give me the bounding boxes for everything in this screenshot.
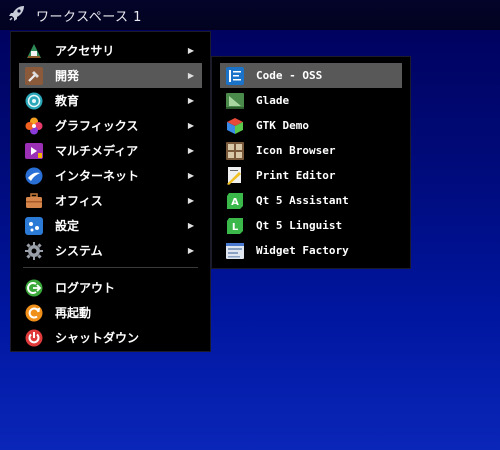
submenu-arrow-icon: ▶ [187, 196, 194, 205]
office-icon [25, 192, 43, 210]
submenu-arrow-icon: ▶ [187, 46, 194, 55]
menu-separator [23, 267, 198, 268]
submenu-item-label: Glade [256, 94, 290, 107]
submenu-item-glade[interactable]: Glade [220, 88, 402, 113]
submenu-arrow-icon: ▶ [187, 96, 194, 105]
menu-item-multimedia[interactable]: マルチメディア ▶ [19, 138, 202, 163]
submenu-arrow-icon: ▶ [187, 146, 194, 155]
menu-item-office[interactable]: オフィス ▶ [19, 188, 202, 213]
rocket-icon [7, 3, 27, 27]
menu-item-label: 開発 [55, 69, 80, 83]
submenu-item-icon-browser[interactable]: Icon Browser [220, 138, 402, 163]
menu-item-label: インターネット [55, 169, 140, 183]
menu-item-settings[interactable]: 設定 ▶ [19, 213, 202, 238]
menu-item-accessories[interactable]: アクセサリ ▶ [19, 38, 202, 63]
logout-icon [25, 279, 43, 297]
settings-icon [25, 216, 43, 235]
menu-item-internet[interactable]: インターネット ▶ [19, 163, 202, 188]
print-editor-icon [226, 166, 244, 185]
menu-item-label: 設定 [55, 219, 80, 233]
submenu-item-label: Qt 5 Assistant [256, 194, 349, 207]
menu-item-label: マルチメディア [55, 144, 139, 158]
menu-item-label: シャットダウン [55, 331, 140, 345]
menu-item-label: アクセサリ [55, 44, 115, 58]
submenu-item-code-oss[interactable]: Code - OSS [220, 63, 402, 88]
glade-icon [226, 92, 244, 110]
submenu-item-widget-factory[interactable]: Widget Factory [220, 238, 402, 263]
qt-assistant-icon: A [226, 192, 244, 210]
widget-factory-icon [226, 242, 244, 260]
submenu-arrow-icon: ▶ [187, 121, 194, 130]
submenu-item-label: GTK Demo [256, 119, 309, 132]
system-icon [25, 241, 43, 260]
menu-item-label: グラフィックス [55, 119, 139, 133]
accessories-icon [25, 42, 43, 60]
code-oss-icon [226, 66, 244, 85]
gtk-demo-icon [226, 117, 244, 135]
development-submenu: Code - OSS Glade GTK Demo Icon Browser P… [211, 56, 411, 269]
submenu-item-label: Print Editor [256, 169, 336, 182]
qt-linguist-icon: L [226, 217, 244, 235]
submenu-item-label: Icon Browser [256, 144, 336, 157]
internet-icon [25, 167, 43, 185]
submenu-item-label: Widget Factory [256, 244, 349, 257]
submenu-arrow-icon: ▶ [187, 246, 194, 255]
menu-item-label: システム [55, 244, 103, 258]
menu-item-reboot[interactable]: 再起動 [19, 300, 202, 325]
workspace-label[interactable]: ワークスペース 1 [36, 6, 142, 25]
menu-item-label: 教育 [55, 94, 80, 108]
submenu-item-label: Code - OSS [256, 69, 323, 82]
submenu-arrow-icon: ▶ [187, 71, 194, 80]
icon-browser-icon [226, 141, 244, 160]
multimedia-icon [25, 142, 43, 160]
application-menu: アクセサリ ▶ 開発 ▶ 教育 ▶ グラフィックス ▶ マルチメディア ▶ イン… [10, 31, 211, 352]
development-icon [25, 66, 43, 85]
menu-item-label: ログアウト [55, 281, 116, 295]
menu-item-shutdown[interactable]: シャットダウン [19, 325, 202, 350]
menu-item-label: オフィス [55, 194, 103, 208]
menu-item-label: 再起動 [55, 306, 92, 320]
submenu-item-gtk-demo[interactable]: GTK Demo [220, 113, 402, 138]
app-launcher-button[interactable] [2, 0, 32, 30]
submenu-arrow-icon: ▶ [187, 171, 194, 180]
menu-item-education[interactable]: 教育 ▶ [19, 88, 202, 113]
menu-item-graphics[interactable]: グラフィックス ▶ [19, 113, 202, 138]
menu-item-development[interactable]: 開発 ▶ [19, 63, 202, 88]
reboot-icon [25, 304, 43, 322]
menu-item-logout[interactable]: ログアウト [19, 275, 202, 300]
submenu-item-qt-assistant[interactable]: A Qt 5 Assistant [220, 188, 402, 213]
submenu-item-qt-linguist[interactable]: L Qt 5 Linguist [220, 213, 402, 238]
menu-item-system[interactable]: システム ▶ [19, 238, 202, 263]
submenu-item-print-editor[interactable]: Print Editor [220, 163, 402, 188]
svg-text:A: A [231, 197, 239, 208]
submenu-arrow-icon: ▶ [187, 221, 194, 230]
top-panel: ワークスペース 1 [0, 0, 500, 30]
submenu-item-label: Qt 5 Linguist [256, 219, 343, 232]
svg-text:L: L [232, 222, 239, 233]
education-icon [25, 92, 43, 110]
shutdown-icon [25, 329, 43, 347]
graphics-icon [25, 117, 43, 135]
